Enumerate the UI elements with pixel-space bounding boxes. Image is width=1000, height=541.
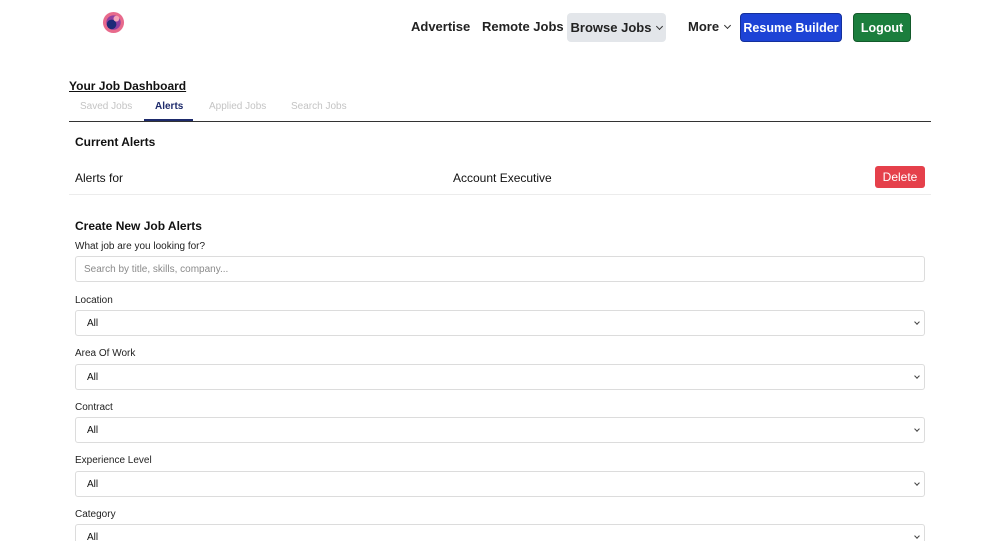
chevron-down-icon [724, 21, 732, 29]
active-tab-indicator [144, 119, 193, 121]
experience-level-select-value: All [87, 478, 99, 490]
tab-saved-jobs[interactable]: Saved Jobs [80, 101, 132, 112]
alert-row-label: Alerts for [75, 171, 124, 185]
current-alerts-title: Current Alerts [75, 135, 156, 149]
chevron-down-icon [914, 426, 920, 432]
contract-label: Contract [75, 402, 113, 413]
more-dropdown[interactable]: More [688, 19, 732, 34]
contract-select[interactable]: All [75, 417, 925, 443]
location-select-value: All [87, 317, 99, 329]
chevron-down-icon [656, 22, 664, 30]
tab-search-jobs[interactable]: Search Jobs [291, 101, 347, 112]
create-alert-title: Create New Job Alerts [75, 219, 202, 233]
logout-button[interactable]: Logout [853, 13, 911, 42]
app-logo[interactable] [102, 11, 125, 34]
category-label: Category [75, 509, 116, 520]
dashboard-title[interactable]: Your Job Dashboard [69, 79, 186, 93]
area-of-work-label: Area Of Work [75, 348, 136, 359]
more-label: More [688, 19, 720, 34]
experience-level-select[interactable]: All [75, 471, 925, 497]
category-select[interactable]: All [75, 524, 925, 541]
location-label: Location [75, 295, 113, 306]
tab-applied-jobs[interactable]: Applied Jobs [209, 101, 266, 112]
chevron-down-icon [914, 373, 920, 379]
tab-alerts[interactable]: Alerts [155, 101, 183, 112]
row-divider [69, 194, 931, 195]
browse-jobs-dropdown[interactable]: Browse Jobs [567, 13, 666, 42]
delete-alert-button[interactable]: Delete [875, 166, 925, 188]
search-label: What job are you looking for? [75, 241, 206, 252]
area-of-work-select[interactable]: All [75, 364, 925, 390]
chevron-down-icon [914, 533, 920, 539]
experience-level-label: Experience Level [75, 455, 152, 466]
job-search-input[interactable] [75, 256, 925, 282]
nav-remote-jobs[interactable]: Remote Jobs [482, 19, 564, 34]
alert-row-value: Account Executive [453, 171, 552, 185]
category-select-value: All [87, 531, 99, 541]
contract-select-value: All [87, 424, 99, 436]
chevron-down-icon [914, 480, 920, 486]
resume-builder-button[interactable]: Resume Builder [740, 13, 842, 42]
location-select[interactable]: All [75, 310, 925, 336]
nav-advertise[interactable]: Advertise [411, 19, 470, 34]
area-of-work-select-value: All [87, 371, 99, 383]
chevron-down-icon [914, 319, 920, 325]
dashboard-tabs: Saved Jobs Alerts Applied Jobs Search Jo… [69, 97, 931, 122]
browse-jobs-label: Browse Jobs [570, 20, 652, 35]
